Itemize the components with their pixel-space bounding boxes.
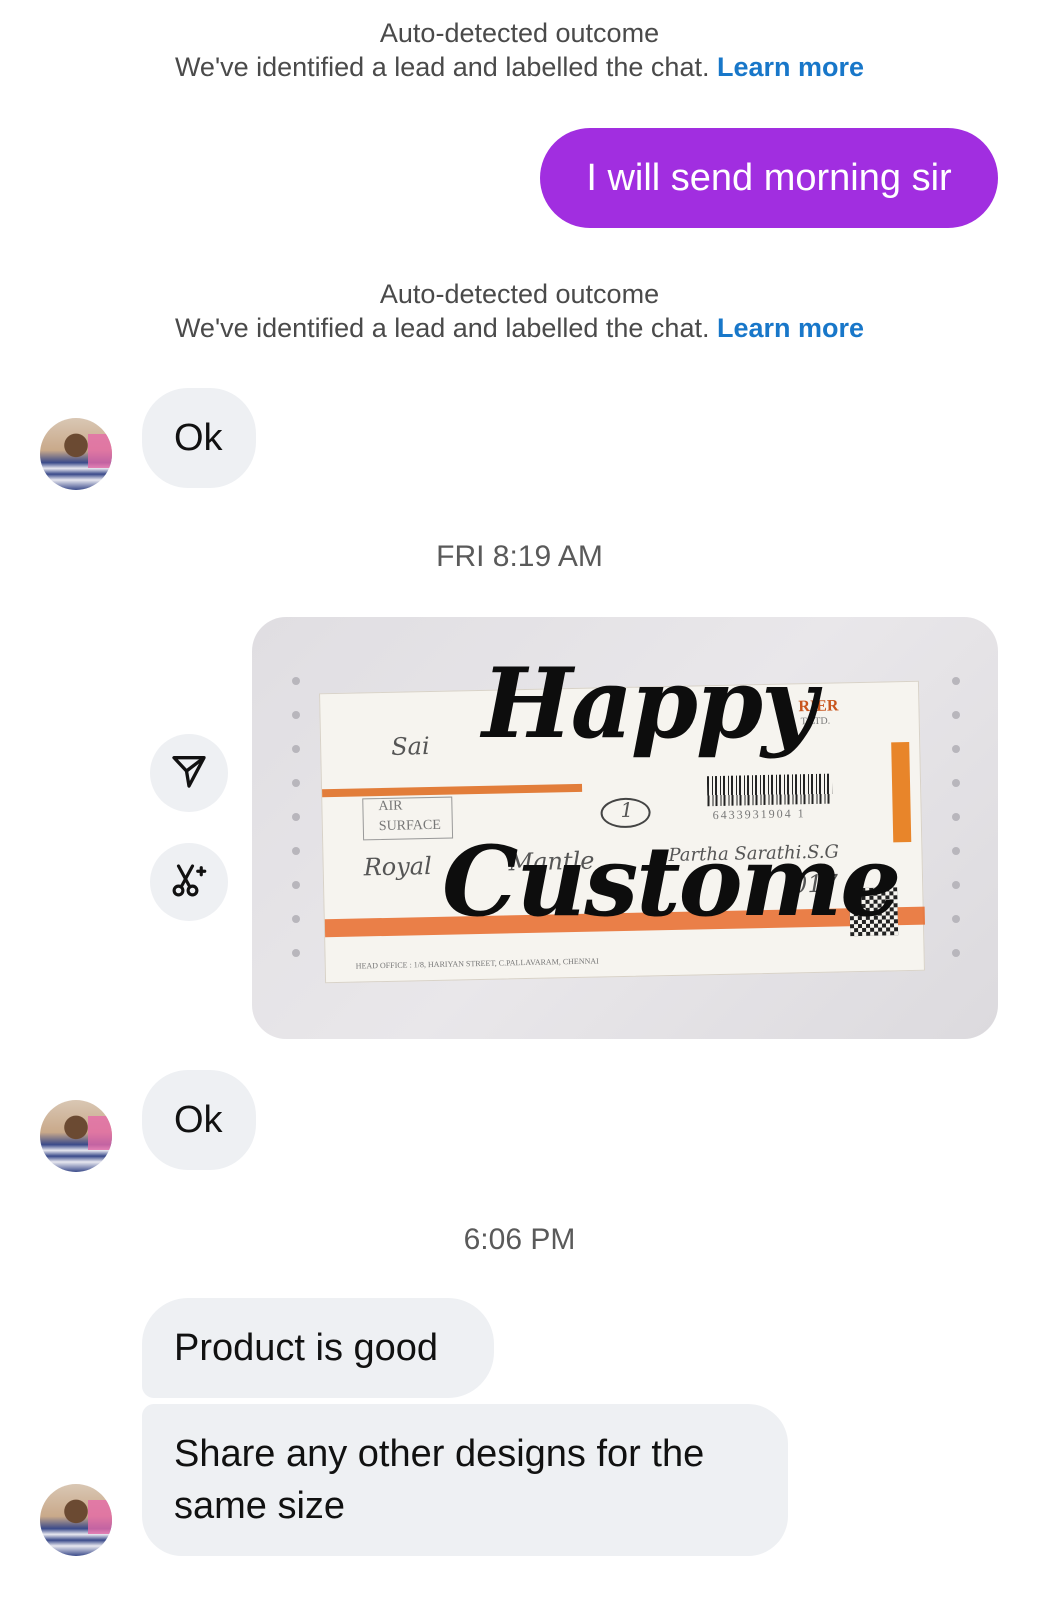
slip-handwriting: Royal: [363, 851, 433, 882]
shared-image[interactable]: 6433931904 1 AIR SURFACE Sai Royal Mantl…: [252, 617, 998, 1039]
message-text: Product is good: [174, 1326, 439, 1369]
notice-body: We've identified a lead and labelled the…: [0, 311, 1039, 345]
barcode: [706, 773, 833, 807]
message-text: Ok: [174, 416, 223, 459]
auto-detected-notice: Auto-detected outcome We've identified a…: [0, 16, 1039, 84]
perforation: [952, 677, 962, 999]
learn-more-link[interactable]: Learn more: [717, 52, 864, 82]
incoming-message[interactable]: Share any other designs for the same siz…: [142, 1404, 788, 1556]
timestamp: 6:06 PM: [463, 1223, 576, 1256]
barcode-number: 6433931904 1: [712, 806, 806, 823]
paper-plane-icon: [169, 751, 209, 796]
message-text: I will send morning sir: [586, 156, 952, 199]
slip-text: AIR: [378, 798, 403, 815]
slip-handwriting: 1: [620, 797, 634, 823]
incoming-message[interactable]: Product is good: [142, 1298, 494, 1398]
message-text: Share any other designs for the same siz…: [174, 1433, 705, 1527]
incoming-message[interactable]: Ok: [142, 388, 256, 488]
slip-text: HEAD OFFICE : 1/8, HARIYAN STREET, C.PAL…: [355, 956, 599, 971]
notice-text: We've identified a lead and labelled the…: [174, 313, 710, 343]
learn-more-link[interactable]: Learn more: [717, 313, 864, 343]
outgoing-message[interactable]: I will send morning sir: [540, 128, 998, 228]
notice-body: We've identified a lead and labelled the…: [0, 50, 1039, 84]
avatar[interactable]: [40, 1484, 112, 1556]
perforation: [292, 677, 302, 999]
notice-text: We've identified a lead and labelled the…: [174, 52, 710, 82]
share-button[interactable]: [150, 734, 228, 812]
scissors-sparkle-icon: [168, 859, 210, 906]
edit-media-button[interactable]: [150, 843, 228, 921]
notice-title: Auto-detected outcome: [379, 18, 660, 48]
notice-title: Auto-detected outcome: [379, 279, 660, 309]
slip-handwriting: Sai: [390, 732, 430, 761]
overlay-text: Custome: [442, 825, 901, 938]
auto-detected-notice: Auto-detected outcome We've identified a…: [0, 277, 1039, 345]
incoming-message[interactable]: Ok: [142, 1070, 256, 1170]
slip-text: SURFACE: [378, 817, 441, 835]
message-text: Ok: [174, 1098, 223, 1141]
timestamp: FRI 8:19 AM: [436, 540, 603, 573]
overlay-text: Happy: [482, 647, 817, 760]
avatar[interactable]: [40, 1100, 112, 1172]
avatar[interactable]: [40, 418, 112, 490]
